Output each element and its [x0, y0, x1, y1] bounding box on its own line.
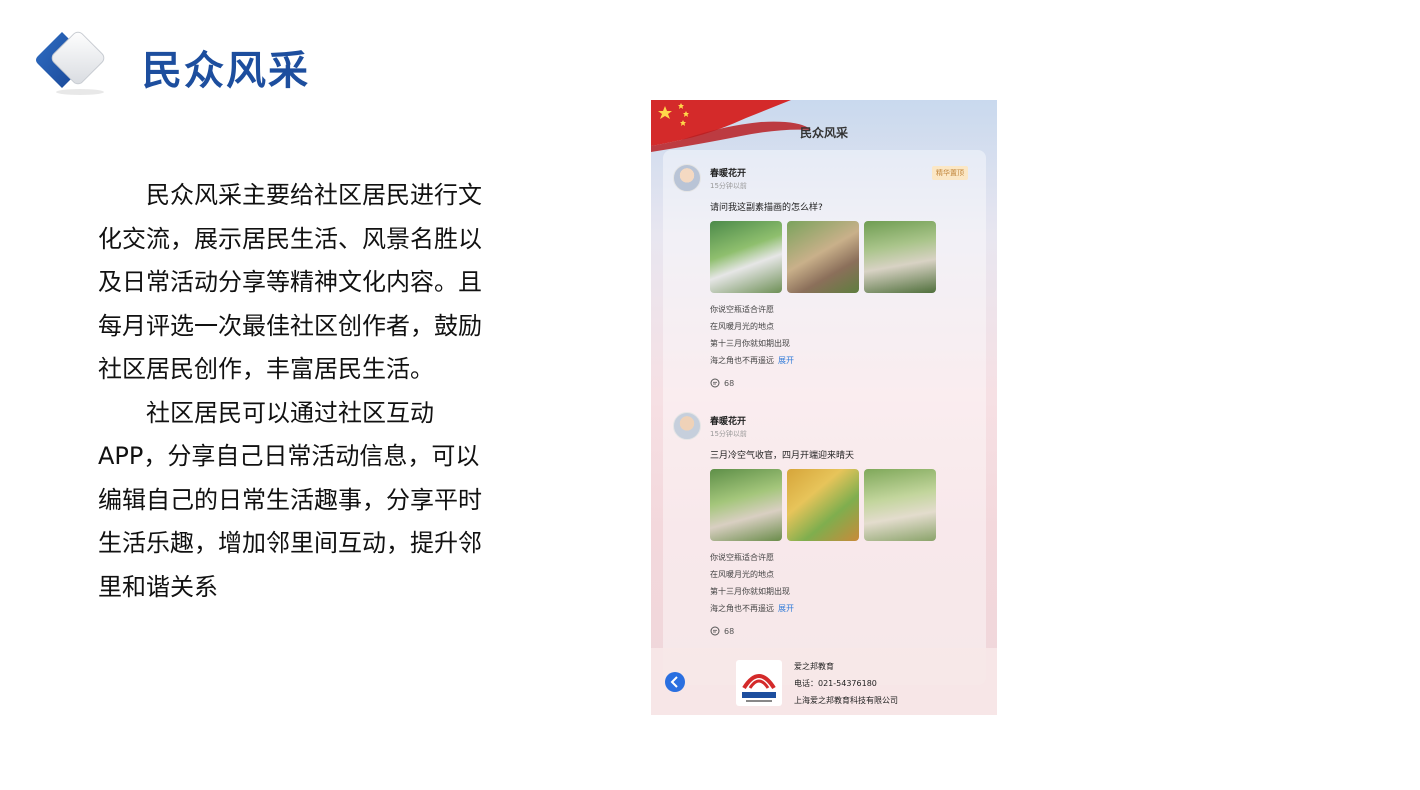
- post-photo[interactable]: [710, 469, 782, 541]
- comment-button[interactable]: 68: [710, 626, 734, 636]
- post-photos: [710, 469, 940, 541]
- post-line: 海之角也不再遥远: [710, 604, 774, 613]
- post-line: 第十三月你就如期出现: [710, 339, 790, 348]
- post-username: 春暖花开: [710, 417, 747, 427]
- comment-icon: [710, 378, 720, 388]
- chevron-left-icon: [670, 676, 678, 688]
- app-screenshot: 民众风采 春暖花开 15分钟以前 精华置顶 请问我这副素描画的怎么样? 你说空瓶…: [651, 100, 997, 715]
- description-paragraph-2: 社区居民可以通过社区互动APP，分享自己日常活动信息，可以编辑自己的日常生活趣事…: [98, 398, 482, 601]
- post-line: 海之角也不再遥远: [710, 356, 774, 365]
- post-lyrics: 你说空瓶适合许愿 在风暖月光的地点 第十三月你就如期出现 海之角也不再遥远 展开: [710, 549, 794, 617]
- org-company: 上海爱之邦教育科技有限公司: [794, 696, 898, 705]
- expand-link[interactable]: 展开: [778, 604, 794, 613]
- header-logo-icon: [34, 28, 118, 98]
- app-footer: 爱之邦教育 电话：021-54376180 上海爱之邦教育科技有限公司: [651, 648, 997, 715]
- comment-icon: [710, 626, 720, 636]
- post-time: 15分钟以前: [710, 430, 747, 438]
- avatar[interactable]: [673, 164, 701, 192]
- post-lyrics: 你说空瓶适合许愿 在风暖月光的地点 第十三月你就如期出现 海之角也不再遥远 展开: [710, 301, 794, 369]
- post-line: 在风暖月光的地点: [710, 570, 774, 579]
- post-photo[interactable]: [787, 469, 859, 541]
- org-phone: 电话：021-54376180: [794, 679, 877, 688]
- post-time: 15分钟以前: [710, 182, 747, 190]
- post-line: 在风暖月光的地点: [710, 322, 774, 331]
- comment-count: 68: [724, 626, 735, 636]
- post-photos: [710, 221, 940, 293]
- org-logo-icon: [736, 660, 782, 706]
- avatar[interactable]: [673, 412, 701, 440]
- post-line: 第十三月你就如期出现: [710, 587, 790, 596]
- back-button[interactable]: [665, 672, 685, 692]
- app-title: 民众风采: [799, 126, 848, 140]
- comment-count: 68: [724, 378, 735, 388]
- comment-button[interactable]: 68: [710, 378, 734, 388]
- expand-link[interactable]: 展开: [778, 356, 794, 365]
- page-title: 民众风采: [142, 48, 310, 94]
- post-photo[interactable]: [710, 221, 782, 293]
- post-text: 请问我这副素描画的怎么样?: [710, 203, 823, 213]
- description-paragraph-1: 民众风采主要给社区居民进行文化交流，展示居民生活、风景名胜以及日常活动分享等精神…: [98, 181, 482, 383]
- description-text: 民众风采主要给社区居民进行文化交流，展示居民生活、风景名胜以及日常活动分享等精神…: [98, 174, 503, 609]
- post-text: 三月冷空气收官，四月开端迎来晴天: [710, 451, 855, 461]
- org-name: 爱之邦教育: [794, 662, 834, 671]
- post-photo[interactable]: [864, 469, 936, 541]
- post-photo[interactable]: [864, 221, 936, 293]
- pinned-badge: 精华置顶: [932, 166, 968, 180]
- post-line: 你说空瓶适合许愿: [710, 553, 774, 562]
- post-username: 春暖花开: [710, 169, 747, 179]
- post-photo[interactable]: [787, 221, 859, 293]
- post-line: 你说空瓶适合许愿: [710, 305, 774, 314]
